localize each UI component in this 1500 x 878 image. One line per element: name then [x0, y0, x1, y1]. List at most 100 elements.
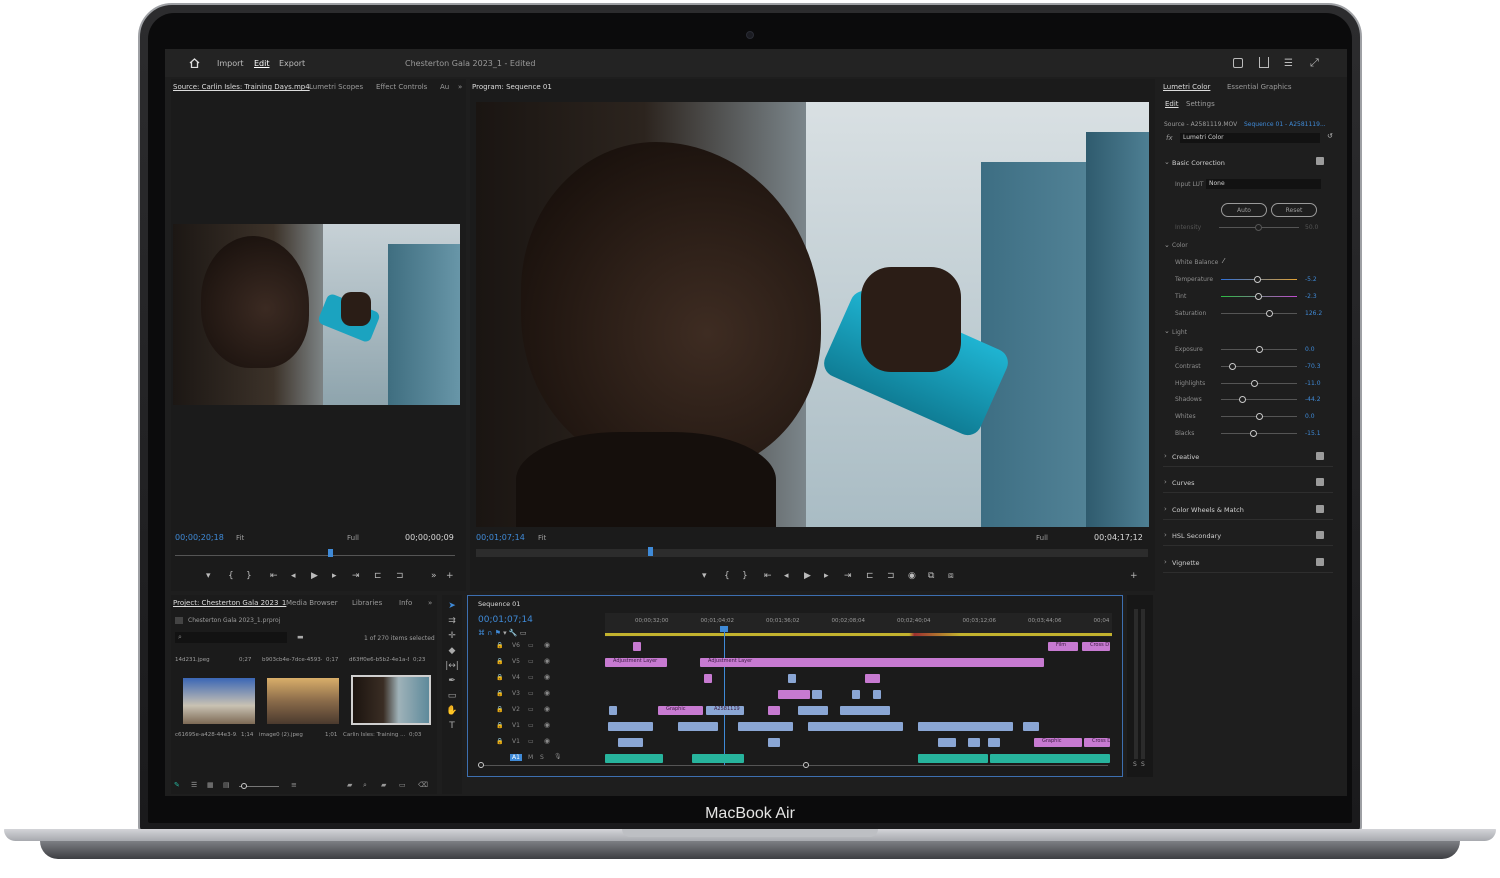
lock-icon[interactable]: 🔒 [496, 690, 503, 697]
clip-thumbnail[interactable] [267, 678, 339, 724]
go-to-out-icon[interactable]: ⇥ [844, 571, 852, 581]
sync-icon[interactable]: ▭ [528, 674, 534, 681]
lumetri-section[interactable]: HSL Secondary [1172, 532, 1221, 540]
subtab-edit[interactable]: Edit [1165, 100, 1179, 108]
tab-info[interactable]: Info [399, 599, 412, 607]
timeline-tab[interactable]: Sequence 01 [478, 600, 520, 608]
selection-tool-icon[interactable]: ➤ [442, 601, 462, 611]
video-clip[interactable] [808, 722, 903, 731]
eye-icon[interactable]: ◉ [544, 689, 550, 697]
razor-tool-icon[interactable]: ◆ [442, 646, 462, 656]
program-timecode[interactable]: 00;01;07;14 [476, 533, 525, 542]
compare-icon[interactable]: ⧉ [928, 571, 934, 581]
tab-audio[interactable]: Au [440, 83, 449, 91]
type-tool-icon[interactable]: T [442, 721, 462, 731]
marker-icon[interactable]: ▾ [702, 571, 707, 581]
meter-solo-left[interactable]: S [1133, 761, 1137, 768]
program-fit-select[interactable]: Fit [538, 534, 546, 542]
marker-icon[interactable]: ▾ [206, 571, 211, 581]
menu-export[interactable]: Export [279, 59, 305, 68]
section-checkbox[interactable] [1316, 557, 1324, 566]
project-search-input[interactable]: ⌕ [175, 632, 287, 643]
video-clip[interactable] [873, 690, 881, 699]
rectangle-tool-icon[interactable]: ▭ [442, 691, 462, 701]
video-clip[interactable] [798, 706, 828, 715]
mark-out-icon[interactable]: } [742, 571, 748, 581]
track-label[interactable]: V3 [512, 690, 520, 697]
snap-icon[interactable]: ∩ [487, 629, 492, 637]
menu-import[interactable]: Import [217, 59, 244, 68]
add-button-icon[interactable]: + [1130, 571, 1138, 581]
more-icon[interactable]: » [431, 571, 437, 581]
clip-thumbnail[interactable] [183, 678, 255, 724]
lumetri-section[interactable]: Vignette [1172, 559, 1199, 567]
tab-source[interactable]: Source: Carlin Isles: Training Days.mp4 [173, 83, 310, 91]
timeline-ruler[interactable]: 00;00;32;00 00;01;04;02 00;01;36;02 00;02;0… [605, 613, 1112, 637]
home-icon[interactable] [189, 58, 200, 68]
add-button-icon[interactable]: + [446, 571, 454, 581]
graphic-clip[interactable]: Graphic [1034, 738, 1082, 747]
auto-button[interactable]: Auto [1221, 203, 1267, 217]
tab-lumetri-scopes[interactable]: Lumetri Scopes [309, 83, 363, 91]
eye-icon[interactable]: ◉ [544, 657, 550, 665]
audio-clip[interactable] [918, 754, 988, 763]
sort-icon[interactable]: ≡ [291, 781, 297, 789]
source-playhead[interactable] [328, 549, 333, 557]
light-slider-knob[interactable] [1229, 362, 1237, 370]
bin-name[interactable]: 14d231.jpeg [175, 657, 235, 663]
play-icon[interactable]: ▶ [311, 571, 318, 581]
audio-clip[interactable] [990, 754, 1110, 763]
program-scrubber[interactable] [476, 549, 1148, 557]
lock-icon[interactable]: 🔒 [496, 706, 503, 713]
video-clip[interactable] [1023, 722, 1039, 731]
new-bin-footer-icon[interactable]: ▰ [381, 781, 386, 789]
video-clip[interactable] [938, 738, 956, 747]
menu-icon[interactable]: ☰ [1284, 58, 1293, 69]
graphic-clip[interactable] [778, 690, 810, 699]
light-slider-track[interactable] [1221, 396, 1297, 404]
adjustment-layer-clip[interactable]: Adjustment Layer [700, 658, 1044, 667]
clip-thumbnail[interactable] [351, 675, 431, 725]
pen-tool-icon[interactable]: ✒ [442, 676, 462, 686]
tabs-overflow-icon[interactable]: » [428, 599, 432, 607]
step-forward-icon[interactable]: ▸ [824, 571, 829, 581]
new-item-icon[interactable]: ▭ [399, 781, 406, 789]
subtab-settings[interactable]: Settings [1186, 100, 1215, 108]
mark-in-icon[interactable]: { [228, 571, 234, 581]
tab-effect-controls[interactable]: Effect Controls [376, 83, 427, 91]
light-slider-track[interactable] [1221, 362, 1297, 370]
eye-icon[interactable]: ◉ [544, 673, 550, 681]
light-slider-track[interactable] [1221, 430, 1297, 437]
wrench-icon[interactable]: 🔧 [509, 629, 518, 637]
reset-effect-icon[interactable]: ↺ [1327, 132, 1333, 140]
playhead-handle[interactable] [720, 626, 728, 632]
freeform-view-icon[interactable]: ▤ [223, 781, 230, 789]
eyedropper-icon[interactable]: ⁄ [1223, 257, 1224, 265]
item-name[interactable]: c61695e-a428-44e3-9... [175, 732, 237, 738]
lumetri-section[interactable]: Curves [1172, 479, 1195, 487]
reset-button[interactable]: Reset [1271, 203, 1317, 217]
tab-libraries[interactable]: Libraries [352, 599, 382, 607]
bin-name[interactable]: b903cb4e-7dce-4593-8... [262, 657, 322, 663]
track-label[interactable]: V2 [512, 706, 520, 713]
mic-icon[interactable]: 🎙 [554, 753, 562, 760]
new-bin-icon[interactable]: ▬ [297, 633, 304, 641]
slip-tool-icon[interactable]: |↔| [442, 661, 462, 671]
zoom-slider[interactable] [239, 783, 279, 789]
item-name[interactable]: Carlin Isles: Training ... [343, 732, 405, 738]
sync-icon[interactable]: ▭ [528, 658, 534, 665]
source-fit-select[interactable]: Fit [236, 534, 244, 542]
tab-program[interactable]: Program: Sequence 01 [472, 83, 552, 91]
workspace-icon[interactable] [1233, 58, 1243, 68]
fullscreen-icon[interactable]: ⤢ [1310, 56, 1319, 70]
video-clip[interactable]: A2581119 [706, 706, 744, 715]
audio-track-label[interactable]: A1 [510, 754, 522, 761]
mute-icon[interactable]: M [528, 754, 533, 761]
go-to-in-icon[interactable]: ⇤ [270, 571, 278, 581]
captions-icon[interactable]: ▭ [520, 629, 527, 637]
light-slider-track[interactable] [1221, 379, 1297, 387]
audio-clip[interactable] [605, 754, 663, 763]
step-back-icon[interactable]: ◂ [784, 571, 789, 581]
light-slider-track[interactable] [1221, 413, 1297, 421]
sync-icon[interactable]: ▭ [528, 642, 534, 649]
